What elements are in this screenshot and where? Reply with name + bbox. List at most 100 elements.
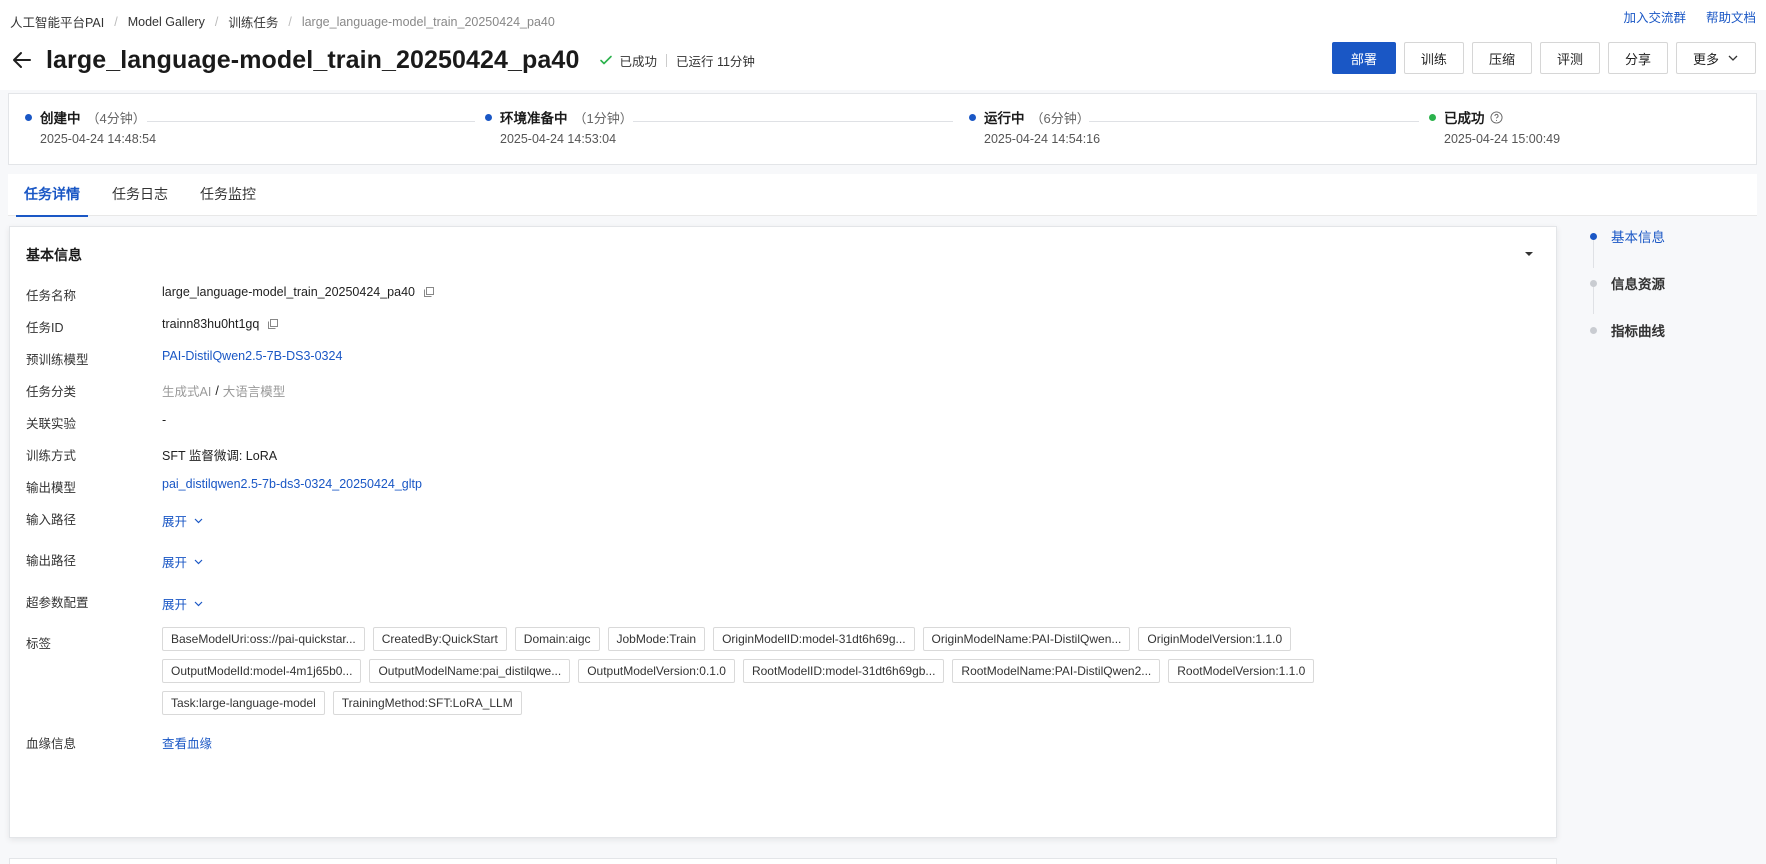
detail-tabs: 任务详情 任务日志 任务监控 [8, 174, 1757, 217]
field-task-id: 任务ID trainn83hu0ht1gq [26, 317, 279, 336]
runtime-text: 已运行 11分钟 [675, 54, 755, 69]
tag-list: BaseModelUri:oss://pai-quickstar... Crea… [162, 627, 1412, 715]
step-dot [1429, 113, 1436, 121]
breadcrumb-separator: / [288, 14, 292, 29]
top-header: 人工智能平台PAI / Model Gallery / 训练任务 / large… [0, 0, 1766, 90]
pretrained-model-link[interactable]: PAI-DistilQwen2.5-7B-DS3-0324 [162, 349, 342, 363]
input-path-expand[interactable]: 展开 [162, 511, 204, 530]
step-time: 2025-04-24 15:00:49 [1444, 132, 1561, 146]
join-group-link[interactable]: 加入交流群 [1623, 7, 1686, 26]
anchor-dot [1590, 326, 1597, 334]
tag: JobMode:Train [607, 627, 706, 651]
category-llm: 大语言模型 [222, 385, 286, 399]
tab-task-monitoring[interactable]: 任务监控 [192, 174, 264, 216]
deploy-button[interactable]: 部署 [1331, 42, 1396, 74]
anchor-info-resources[interactable]: 信息资源 [1590, 273, 1730, 293]
anchor-label: 指标曲线 [1611, 324, 1665, 339]
step-creating: 创建中 （4分钟） 2025-04-24 14:48:54 [25, 108, 156, 146]
field-label: 输出路径 [26, 554, 77, 568]
tag: RootModelID:model-31dt6h69gb... [742, 659, 945, 683]
check-icon [600, 55, 613, 65]
tag: OriginModelVersion:1.1.0 [1138, 627, 1292, 651]
field-task-category: 任务分类 生成式AI / 大语言模型 [26, 381, 285, 400]
expand-label: 展开 [162, 598, 188, 612]
field-input-path: 输入路径 展开 [26, 509, 204, 530]
step-duration: （6分钟） [1030, 110, 1090, 126]
output-model-link[interactable]: pai_distilqwen2.5-7b-ds3-0324_20250424_g… [162, 477, 422, 491]
view-lineage-link[interactable]: 查看血缘 [162, 733, 212, 752]
tag: OriginModelID:model-31dt6h69g... [713, 627, 915, 651]
breadcrumb-separator: / [114, 14, 118, 29]
tag: OriginModelName:PAI-DistilQwen... [922, 627, 1131, 651]
tag: OutputModelId:model-4m1j65b0... [162, 659, 362, 683]
compress-button[interactable]: 压缩 [1471, 42, 1532, 74]
arrow-left-icon[interactable] [10, 48, 34, 72]
more-button[interactable]: 更多 [1675, 42, 1756, 74]
tab-task-logs[interactable]: 任务日志 [104, 174, 176, 216]
help-docs-link[interactable]: 帮助文档 [1706, 7, 1756, 26]
field-label: 输入路径 [26, 513, 77, 527]
caret-down-icon[interactable] [1522, 247, 1536, 261]
chevron-down-icon [194, 518, 203, 524]
step-duration: （4分钟） [86, 110, 146, 126]
page-title: large_language-model_train_20250424_pa40 [46, 45, 580, 74]
field-label: 训练方式 [26, 449, 77, 463]
step-dot [969, 113, 976, 121]
tag: BaseModelUri:oss://pai-quickstar... [162, 627, 365, 651]
anchor-metric-curves[interactable]: 指标曲线 [1590, 320, 1730, 340]
anchor-basic-info[interactable]: 基本信息 [1590, 226, 1730, 246]
field-label: 任务ID [26, 321, 64, 335]
tag: RootModelVersion:1.1.0 [1168, 659, 1315, 683]
top-links: 加入交流群 帮助文档 [1623, 7, 1756, 26]
field-output-path: 输出路径 展开 [26, 550, 204, 571]
field-value: 生成式AI / 大语言模型 [162, 381, 285, 400]
anchor-dot [1590, 232, 1597, 240]
section-title: 基本信息 [26, 247, 82, 263]
anchor-dot [1590, 279, 1597, 287]
field-label: 输出模型 [26, 481, 77, 495]
field-training-method: 训练方式 SFT 监督微调: LoRA [26, 445, 277, 464]
field-tags: 标签 [26, 633, 162, 652]
tag: CreatedBy:QuickStart [372, 627, 507, 651]
breadcrumb-training-jobs[interactable]: 训练任务 [228, 12, 278, 31]
step-connector [633, 121, 953, 122]
tag: Domain:aigc [514, 627, 600, 651]
copy-icon[interactable] [267, 318, 279, 330]
training-method-value: SFT 监督微调: LoRA [162, 449, 278, 463]
category-separator: / [215, 383, 219, 398]
field-output-model: 输出模型 pai_distilqwen2.5-7b-ds3-0324_20250… [26, 477, 422, 496]
breadcrumb-pai[interactable]: 人工智能平台PAI [10, 12, 104, 31]
evaluate-button[interactable]: 评测 [1539, 42, 1600, 74]
field-pretrained-model: 预训练模型 PAI-DistilQwen2.5-7B-DS3-0324 [26, 349, 342, 368]
copy-icon[interactable] [423, 286, 435, 298]
category-generative-ai: 生成式AI [162, 385, 212, 399]
expand-label: 展开 [162, 556, 188, 570]
step-env-preparing: 环境准备中 （1分钟） 2025-04-24 14:53:04 [485, 108, 633, 146]
experiment-value: - [162, 413, 167, 427]
field-label: 预训练模型 [26, 353, 89, 367]
train-button[interactable]: 训练 [1403, 42, 1464, 74]
step-connector [147, 121, 475, 122]
hyperparameters-expand[interactable]: 展开 [162, 594, 204, 613]
breadcrumb-model-gallery[interactable]: Model Gallery [128, 15, 205, 29]
divider [665, 53, 667, 67]
chevron-down-icon [194, 559, 203, 565]
field-label: 标签 [26, 637, 52, 651]
title-row: large_language-model_train_20250424_pa40… [10, 42, 755, 78]
step-time: 2025-04-24 14:54:16 [984, 132, 1101, 146]
field-label: 超参数配置 [26, 596, 89, 610]
field-label: 任务名称 [26, 289, 77, 303]
breadcrumb-current: large_language-model_train_20250424_pa40 [301, 14, 555, 29]
status-badge: 已成功 [599, 51, 657, 70]
page: 人工智能平台PAI / Model Gallery / 训练任务 / large… [0, 0, 1766, 864]
breadcrumb-separator: / [214, 14, 219, 29]
status-text: 已成功 [619, 54, 657, 69]
output-path-expand[interactable]: 展开 [162, 552, 204, 571]
share-button[interactable]: 分享 [1607, 42, 1668, 74]
tab-task-details[interactable]: 任务详情 [16, 174, 88, 217]
chevron-down-icon [1728, 55, 1738, 61]
tag: Task:large-language-model [162, 691, 325, 715]
anchor-label: 基本信息 [1611, 230, 1665, 245]
breadcrumb: 人工智能平台PAI / Model Gallery / 训练任务 / large… [10, 12, 555, 31]
question-circle-icon[interactable] [1489, 110, 1503, 124]
